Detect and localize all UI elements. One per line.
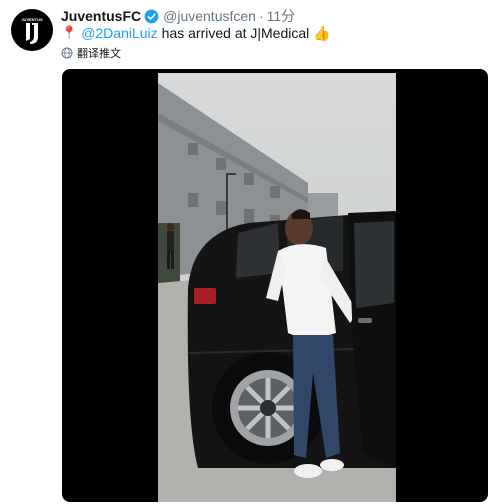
video-scene-image: [158, 73, 396, 502]
author-handle[interactable]: @juventusfcen: [163, 8, 256, 24]
separator-dot: ·: [258, 8, 264, 24]
pin-emoji-icon: 📍: [61, 25, 78, 40]
globe-icon: [61, 47, 73, 59]
thumbs-up-emoji-icon: 👍: [313, 24, 331, 41]
tweet-timestamp[interactable]: 11分: [267, 6, 296, 26]
svg-text:JUVENTUS: JUVENTUS: [21, 17, 43, 22]
translate-tweet-link[interactable]: 翻译推文: [61, 45, 121, 61]
author-name[interactable]: JuventusFC: [61, 8, 141, 24]
video-player[interactable]: [62, 69, 488, 502]
juventus-logo-icon: JUVENTUS: [21, 17, 43, 44]
avatar[interactable]: JUVENTUS: [11, 9, 53, 51]
translate-label: 翻译推文: [77, 48, 121, 60]
verified-badge-icon: [144, 9, 159, 24]
tweet-body-text: has arrived at J|Medical: [161, 25, 310, 41]
mention-link[interactable]: @2DaniLuiz: [81, 25, 157, 41]
tweet-header: JuventusFC @juventusfcen · 11分: [61, 7, 295, 25]
video-frame: [158, 73, 396, 502]
tweet-text: 📍 @2DaniLuiz has arrived at J|Medical 👍: [61, 24, 331, 42]
